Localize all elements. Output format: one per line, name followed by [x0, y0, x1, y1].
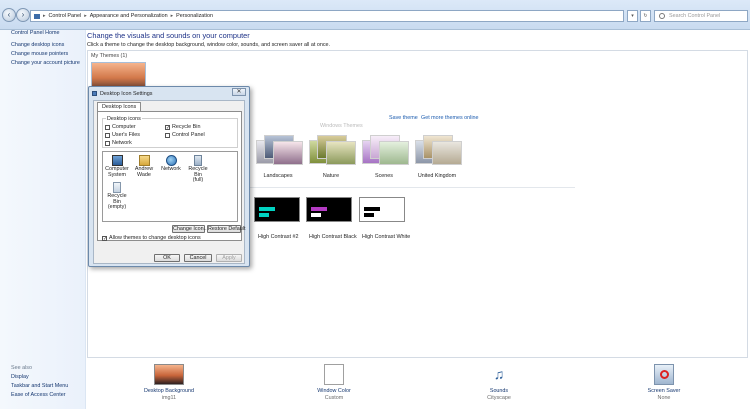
- checkbox-computer[interactable]: Computer: [105, 124, 136, 130]
- link-control-panel-home[interactable]: Control Panel Home: [11, 30, 60, 36]
- checkbox-recycle-bin[interactable]: ✓ Recycle Bin: [165, 124, 200, 130]
- window-color-icon: [324, 364, 344, 385]
- dropdown-icon[interactable]: ▾: [627, 10, 638, 22]
- page-title: Change the visuals and sounds on your co…: [87, 31, 250, 40]
- checkbox-box: [165, 132, 170, 138]
- link-change-account-picture[interactable]: Change your account picture: [11, 60, 80, 66]
- theme-preview: [326, 141, 356, 165]
- dialog-body: Desktop Icons Desktop icons Computer ✓ Re…: [93, 100, 245, 264]
- see-also-title: See also: [11, 365, 32, 371]
- my-themes-header: My Themes (1): [91, 53, 128, 59]
- theme-nature[interactable]: Nature: [302, 135, 360, 179]
- theme-high-contrast-white[interactable]: High Contrast White: [359, 197, 419, 242]
- checkbox-box: [105, 132, 110, 138]
- breadcrumb-control-panel[interactable]: Control Panel: [49, 13, 82, 19]
- dialog-app-icon: [92, 91, 97, 96]
- breadcrumb-appearance[interactable]: Appearance and Personalization: [90, 13, 168, 19]
- link-taskbar[interactable]: Taskbar and Start Menu: [11, 383, 68, 389]
- theme-preview: [359, 197, 405, 222]
- screen-saver-button[interactable]: Screen Saver None: [624, 364, 704, 401]
- list-item-network[interactable]: Network: [159, 155, 183, 173]
- forward-icon[interactable]: ›: [16, 8, 30, 22]
- theme-high-contrast-2[interactable]: High Contrast #2: [254, 193, 314, 242]
- desktop-background-icon: [154, 364, 184, 385]
- theme-label: High Contrast White: [362, 234, 411, 240]
- recycle-bin-empty-icon: [113, 182, 121, 193]
- checkbox-users-files[interactable]: User's Files: [105, 132, 140, 138]
- checkbox-control-panel[interactable]: Control Panel: [165, 132, 205, 138]
- theme-preview: [273, 141, 303, 165]
- window-color-button[interactable]: Window Color Custom: [294, 364, 374, 401]
- tab-desktop-icons[interactable]: Desktop Icons: [97, 102, 142, 111]
- save-theme-link[interactable]: Save theme: [389, 115, 418, 121]
- close-icon[interactable]: ✕: [232, 88, 246, 96]
- theme-label: Nature: [322, 173, 340, 179]
- dialog-title: Desktop Icon Settings: [100, 90, 153, 97]
- screen-saver-icon: [654, 364, 674, 385]
- list-item-recycle-bin-full[interactable]: Recycle Bin (full): [186, 155, 210, 184]
- change-icon-button[interactable]: Change Icon...: [172, 225, 208, 233]
- theme-high-contrast-black[interactable]: High Contrast Black: [306, 197, 366, 242]
- checkbox-box: [105, 124, 110, 130]
- link-change-mouse-pointers[interactable]: Change mouse pointers: [11, 51, 68, 57]
- theme-label: Scenes: [375, 173, 393, 179]
- page-subtitle: Click a theme to change the desktop back…: [87, 42, 331, 48]
- section-divider: [245, 187, 575, 188]
- apply-button[interactable]: Apply: [216, 254, 242, 262]
- computer-icon: [111, 155, 123, 166]
- address-bar: ‹ › ▸ Control Panel ▸ Appearance and Per…: [0, 0, 750, 30]
- checkbox-box: [105, 140, 110, 146]
- checkbox-allow-themes[interactable]: ✓ Allow themes to change desktop icons: [102, 235, 201, 241]
- search-input[interactable]: Search Control Panel: [654, 10, 748, 22]
- link-ease-of-access[interactable]: Ease of Access Center: [11, 392, 66, 398]
- personalization-bottom-bar: Desktop Background img11 Window Color Cu…: [87, 360, 750, 409]
- refresh-icon[interactable]: ↻: [640, 10, 651, 22]
- desktop-icons-group: Desktop icons Computer ✓ Recycle Bin User…: [102, 116, 238, 148]
- desktop-icon-settings-dialog: Desktop Icon Settings ✕ Desktop Icons De…: [88, 86, 250, 267]
- recycle-bin-full-icon: [194, 155, 202, 166]
- link-change-desktop-icons[interactable]: Change desktop icons: [11, 42, 64, 48]
- cancel-button[interactable]: Cancel: [184, 254, 212, 262]
- theme-preview: [379, 141, 409, 165]
- list-item-computer[interactable]: Computer System: [105, 155, 129, 178]
- sounds-button[interactable]: ♫ Sounds Cityscape: [459, 364, 539, 401]
- theme-label: High Contrast #2: [258, 234, 299, 240]
- theme-label: Landscapes: [263, 173, 293, 179]
- theme-label: United Kingdom: [417, 173, 457, 179]
- ok-button[interactable]: OK: [154, 254, 180, 262]
- group-label: Desktop icons: [106, 116, 142, 122]
- restore-default-button[interactable]: Restore Default: [207, 225, 245, 233]
- user-folder-icon: [138, 155, 150, 166]
- theme-label: High Contrast Black: [309, 234, 357, 240]
- checkmark-icon: ✓: [165, 124, 171, 131]
- tab-panel: Desktop icons Computer ✓ Recycle Bin User…: [97, 111, 245, 241]
- get-more-themes-link[interactable]: Get more themes online: [421, 115, 479, 121]
- left-pane: Control Panel Home Change desktop icons …: [0, 30, 86, 409]
- theme-preview: [432, 141, 462, 165]
- theme-landscapes[interactable]: Landscapes: [249, 135, 307, 179]
- search-icon: [659, 13, 665, 19]
- checkbox-network[interactable]: Network: [105, 140, 132, 146]
- folder-icon: [34, 13, 40, 19]
- breadcrumb[interactable]: ▸ Control Panel ▸ Appearance and Persona…: [30, 10, 624, 22]
- network-icon: [165, 155, 177, 166]
- link-display[interactable]: Display: [11, 374, 29, 380]
- list-item-user-folder[interactable]: Andrew Wade: [132, 155, 156, 178]
- checkmark-icon: ✓: [102, 235, 108, 242]
- theme-united-kingdom[interactable]: United Kingdom: [408, 135, 466, 179]
- desktop-icon-list[interactable]: Computer System Andrew Wade Network Recy…: [102, 151, 238, 222]
- theme-scenes[interactable]: Scenes: [355, 135, 413, 179]
- sounds-icon: ♫: [493, 366, 505, 382]
- list-item-recycle-bin-empty[interactable]: Recycle Bin (empty): [105, 182, 129, 211]
- theme-preview: [254, 197, 300, 222]
- desktop-background-button[interactable]: Desktop Background img11: [129, 364, 209, 401]
- breadcrumb-personalization[interactable]: Personalization: [176, 13, 213, 19]
- dialog-title-bar[interactable]: Desktop Icon Settings: [92, 89, 246, 98]
- back-icon[interactable]: ‹: [2, 8, 16, 22]
- theme-preview: [306, 197, 352, 222]
- windows-themes-header: Windows Themes: [320, 123, 363, 129]
